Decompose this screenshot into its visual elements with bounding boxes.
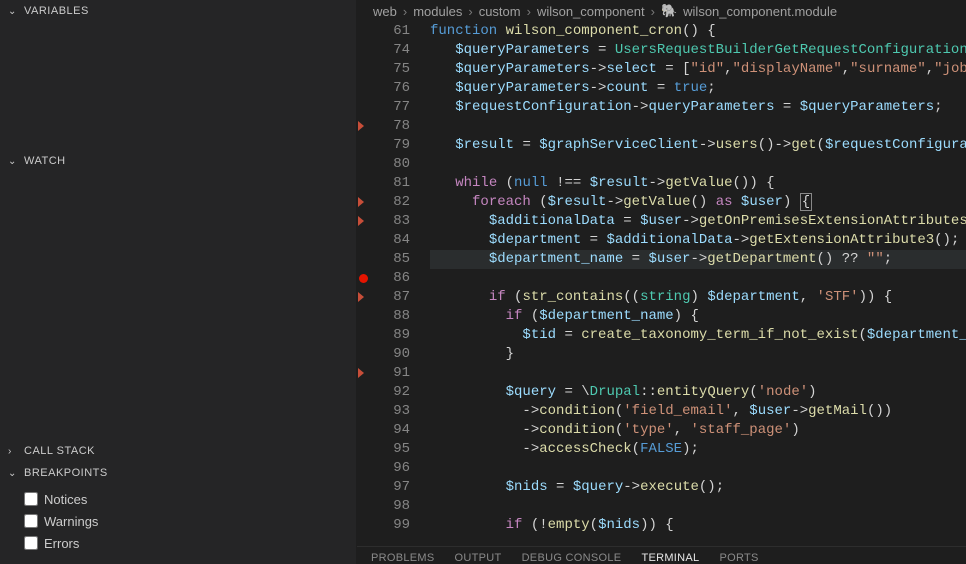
- breakpoint-category[interactable]: Notices: [24, 488, 356, 510]
- gutter-marker-icon: [358, 368, 364, 378]
- crumb[interactable]: wilson_component.module: [683, 4, 837, 19]
- chevron-right-icon: ›: [527, 4, 531, 19]
- crumb[interactable]: custom: [479, 4, 521, 19]
- breakpoint-category[interactable]: Errors: [24, 532, 356, 554]
- variables-body: [0, 22, 356, 150]
- glyph-margin[interactable]: [357, 22, 369, 546]
- gutter-marker-icon: [358, 292, 364, 302]
- chevron-right-icon: ›: [8, 446, 20, 457]
- crumb[interactable]: wilson_component: [537, 4, 645, 19]
- bottom-panel-tabs: PROBLEMS OUTPUT DEBUG CONSOLE TERMINAL P…: [357, 546, 966, 564]
- breakpoint-dot-icon[interactable]: [359, 274, 368, 283]
- chevron-down-icon: ⌄: [8, 156, 20, 167]
- debug-sidebar: ⌄ VARIABLES ⌄ WATCH › CALL STACK ⌄ BREAK…: [0, 0, 357, 564]
- chevron-right-icon: ›: [468, 4, 472, 19]
- chevron-right-icon: ›: [651, 4, 655, 19]
- breakpoint-category[interactable]: Warnings: [24, 510, 356, 532]
- panel-header-watch[interactable]: ⌄ WATCH: [0, 150, 356, 172]
- panel-title: VARIABLES: [24, 5, 89, 17]
- breakpoint-label: Notices: [44, 492, 87, 507]
- tab-terminal[interactable]: TERMINAL: [641, 552, 699, 564]
- tab-ports[interactable]: PORTS: [719, 552, 758, 564]
- chevron-down-icon: ⌄: [8, 6, 20, 17]
- line-number-gutter[interactable]: 6174757677787980818283848586878889909192…: [369, 22, 424, 546]
- breakpoints-list: Notices Warnings Errors: [0, 484, 356, 554]
- tab-output[interactable]: OUTPUT: [455, 552, 502, 564]
- panel-header-variables[interactable]: ⌄ VARIABLES: [0, 0, 356, 22]
- breadcrumb[interactable]: web › modules › custom › wilson_componen…: [357, 0, 966, 22]
- tab-debug-console[interactable]: DEBUG CONSOLE: [522, 552, 622, 564]
- watch-body: [0, 172, 356, 440]
- crumb[interactable]: web: [373, 4, 397, 19]
- panel-header-callstack[interactable]: › CALL STACK: [0, 440, 356, 462]
- breakpoint-checkbox[interactable]: [24, 536, 38, 550]
- code-content[interactable]: function wilson_component_cron() { $quer…: [424, 22, 966, 546]
- breakpoint-label: Warnings: [44, 514, 98, 529]
- breakpoint-checkbox[interactable]: [24, 492, 38, 506]
- panel-title: CALL STACK: [24, 445, 95, 457]
- gutter-marker-icon: [358, 197, 364, 207]
- panel-header-breakpoints[interactable]: ⌄ BREAKPOINTS: [0, 462, 356, 484]
- crumb[interactable]: modules: [413, 4, 462, 19]
- breakpoint-checkbox[interactable]: [24, 514, 38, 528]
- php-file-icon: 🐘: [661, 3, 677, 19]
- editor-pane: web › modules › custom › wilson_componen…: [357, 0, 966, 564]
- panel-title: BREAKPOINTS: [24, 467, 108, 479]
- chevron-down-icon: ⌄: [8, 468, 20, 479]
- panel-title: WATCH: [24, 155, 66, 167]
- chevron-right-icon: ›: [403, 4, 407, 19]
- gutter-marker-icon: [358, 216, 364, 226]
- gutter-marker-icon: [358, 121, 364, 131]
- code-editor[interactable]: 6174757677787980818283848586878889909192…: [357, 22, 966, 546]
- breakpoint-label: Errors: [44, 536, 79, 551]
- tab-problems[interactable]: PROBLEMS: [371, 552, 435, 564]
